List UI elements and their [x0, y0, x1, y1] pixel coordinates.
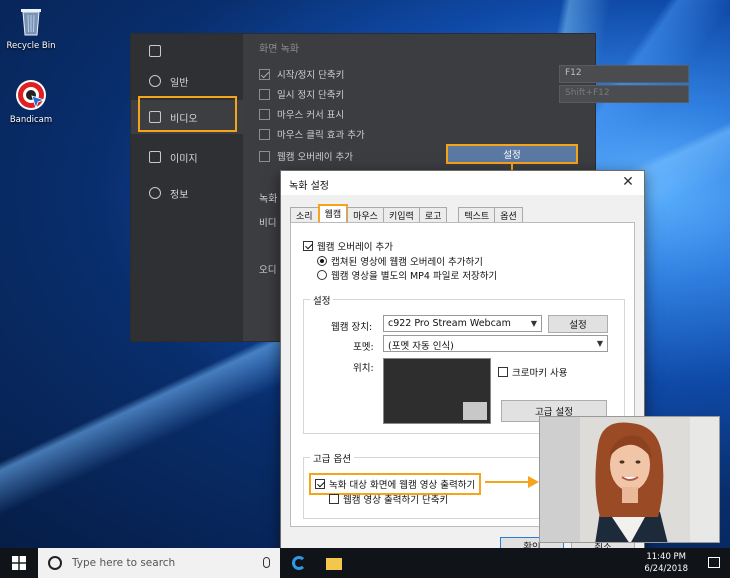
chroma-key-checkbox[interactable]: [498, 367, 508, 377]
highlight-video-tab: [138, 96, 237, 132]
option-click-effect[interactable]: 마우스 클릭 효과 추가: [259, 126, 365, 142]
tab-keystroke[interactable]: 키입력: [382, 207, 420, 222]
advanced-group-label: 고급 옵션: [310, 451, 354, 465]
recycle-bin-icon: [14, 4, 48, 38]
checkbox[interactable]: [259, 150, 270, 162]
sidebar-item-image[interactable]: 이미지: [131, 140, 243, 174]
desktop-icon-recycle-bin[interactable]: Recycle Bin: [0, 4, 62, 51]
clock-date: 6/24/2018: [644, 564, 688, 574]
format-label: 포멧:: [353, 342, 374, 353]
clock[interactable]: 11:40 PM 6/24/2018: [644, 551, 688, 575]
taskbar-search-box[interactable]: Type here to search: [38, 548, 280, 578]
pause-hotkey-field[interactable]: Shift+F12: [559, 85, 689, 103]
tab-bar: 소리 웹캠 마우스 키입력 로고 텍스트 옵션: [290, 204, 523, 223]
chroma-key-checkbox-row[interactable]: 크로마키 사용: [498, 365, 567, 379]
sidebar-item-label: 일반: [170, 77, 189, 89]
section-title: 화면 녹화: [259, 44, 299, 55]
start-button[interactable]: [0, 548, 38, 578]
edge-icon[interactable]: [292, 556, 306, 570]
notification-icon[interactable]: [708, 557, 720, 568]
tab-webcam[interactable]: 웹캠: [317, 204, 349, 222]
webcam-position-handle[interactable]: [463, 402, 487, 420]
microphone-icon[interactable]: [263, 557, 270, 568]
sidebar-item-label: 정보: [170, 189, 189, 201]
webcam-overlay-checkbox[interactable]: [303, 241, 313, 251]
output-hotkey-checkbox[interactable]: [329, 494, 339, 504]
sidebar-item-home[interactable]: [131, 34, 243, 68]
sidebar-item-info[interactable]: 정보: [131, 176, 243, 210]
webcam-overlay-preview: [539, 416, 720, 543]
checkbox[interactable]: [259, 128, 270, 140]
tab-sound[interactable]: 소리: [290, 207, 319, 222]
info-icon: [149, 187, 161, 199]
option-show-cursor[interactable]: 마우스 커서 표시: [259, 106, 344, 122]
cortana-icon: [48, 556, 62, 570]
separate-mp4-radio[interactable]: [317, 270, 327, 280]
separate-mp4-radio-row[interactable]: 웹캠 영상을 별도의 MP4 파일로 저장하기: [317, 268, 497, 282]
sidebar-item-label: 이미지: [170, 153, 198, 165]
image-icon: [149, 151, 161, 163]
settings-group-label: 설정: [310, 293, 334, 307]
bandicam-label: Bandicam: [9, 115, 53, 125]
checkbox[interactable]: [259, 108, 270, 120]
output-webcam-checkbox[interactable]: [315, 479, 325, 489]
bandicam-icon: [14, 78, 48, 112]
option-pause-hotkey[interactable]: 일시 정지 단축키: [259, 86, 344, 102]
clock-time: 11:40 PM: [646, 552, 687, 562]
system-tray: 11:40 PM 6/24/2018: [644, 548, 730, 578]
position-label: 위치:: [353, 363, 374, 374]
output-hotkey-checkbox-row[interactable]: 웹캠 영상 출력하기 단축키: [329, 492, 448, 506]
windows-logo-icon: [12, 556, 26, 570]
format-select[interactable]: (포멧 자동 인식) ▼: [383, 335, 608, 352]
webcam-device-select[interactable]: c922 Pro Stream Webcam ▼: [383, 315, 542, 332]
tab-text[interactable]: 텍스트: [458, 207, 496, 222]
device-label: 웹캠 장치:: [331, 322, 373, 333]
overlay-on-capture-radio[interactable]: [317, 256, 327, 266]
tab-mouse[interactable]: 마우스: [347, 207, 384, 222]
sidebar-item-general[interactable]: 일반: [131, 64, 243, 98]
device-settings-button[interactable]: 설정: [548, 315, 608, 333]
callout-arrow-right: [485, 476, 539, 488]
gear-icon: [149, 75, 161, 87]
recycle-bin-label: Recycle Bin: [6, 41, 56, 51]
explorer-icon[interactable]: [326, 558, 342, 570]
dialog-title: 녹화 설정: [281, 171, 644, 195]
section-audio-label: 오디: [259, 265, 277, 276]
chevron-down-icon: ▼: [530, 319, 537, 328]
chevron-down-icon: ▼: [596, 339, 603, 348]
section-video-label: 비디: [259, 218, 277, 229]
position-preview[interactable]: [383, 358, 491, 424]
close-icon[interactable]: ✕: [620, 174, 636, 190]
bandicam-sidebar: 일반 비디오 이미지 정보: [131, 34, 243, 341]
option-webcam-overlay[interactable]: 웹캠 오버레이 추가: [259, 148, 353, 164]
start-stop-hotkey-field[interactable]: F12: [559, 65, 689, 83]
tab-options[interactable]: 옵션: [494, 207, 523, 222]
search-placeholder: Type here to search: [72, 557, 176, 569]
webcam-overlay-checkbox-row[interactable]: 웹캠 오버레이 추가: [303, 239, 393, 253]
checkbox[interactable]: [259, 88, 270, 100]
taskbar: Type here to search 11:40 PM 6/24/2018: [0, 548, 730, 578]
tab-logo[interactable]: 로고: [418, 207, 448, 222]
desktop-icon-bandicam[interactable]: Bandicam: [0, 78, 62, 125]
option-start-stop-hotkey[interactable]: 시작/정지 단축키: [259, 66, 344, 82]
webcam-person-image: [540, 417, 719, 542]
section-record-label: 녹화: [259, 194, 278, 205]
checkbox[interactable]: [259, 68, 270, 80]
webcam-settings-button[interactable]: 설정: [446, 144, 578, 164]
overlay-on-capture-radio-row[interactable]: 캡쳐된 영상에 웹캠 오버레이 추가하기: [317, 254, 483, 268]
home-icon: [149, 45, 161, 57]
